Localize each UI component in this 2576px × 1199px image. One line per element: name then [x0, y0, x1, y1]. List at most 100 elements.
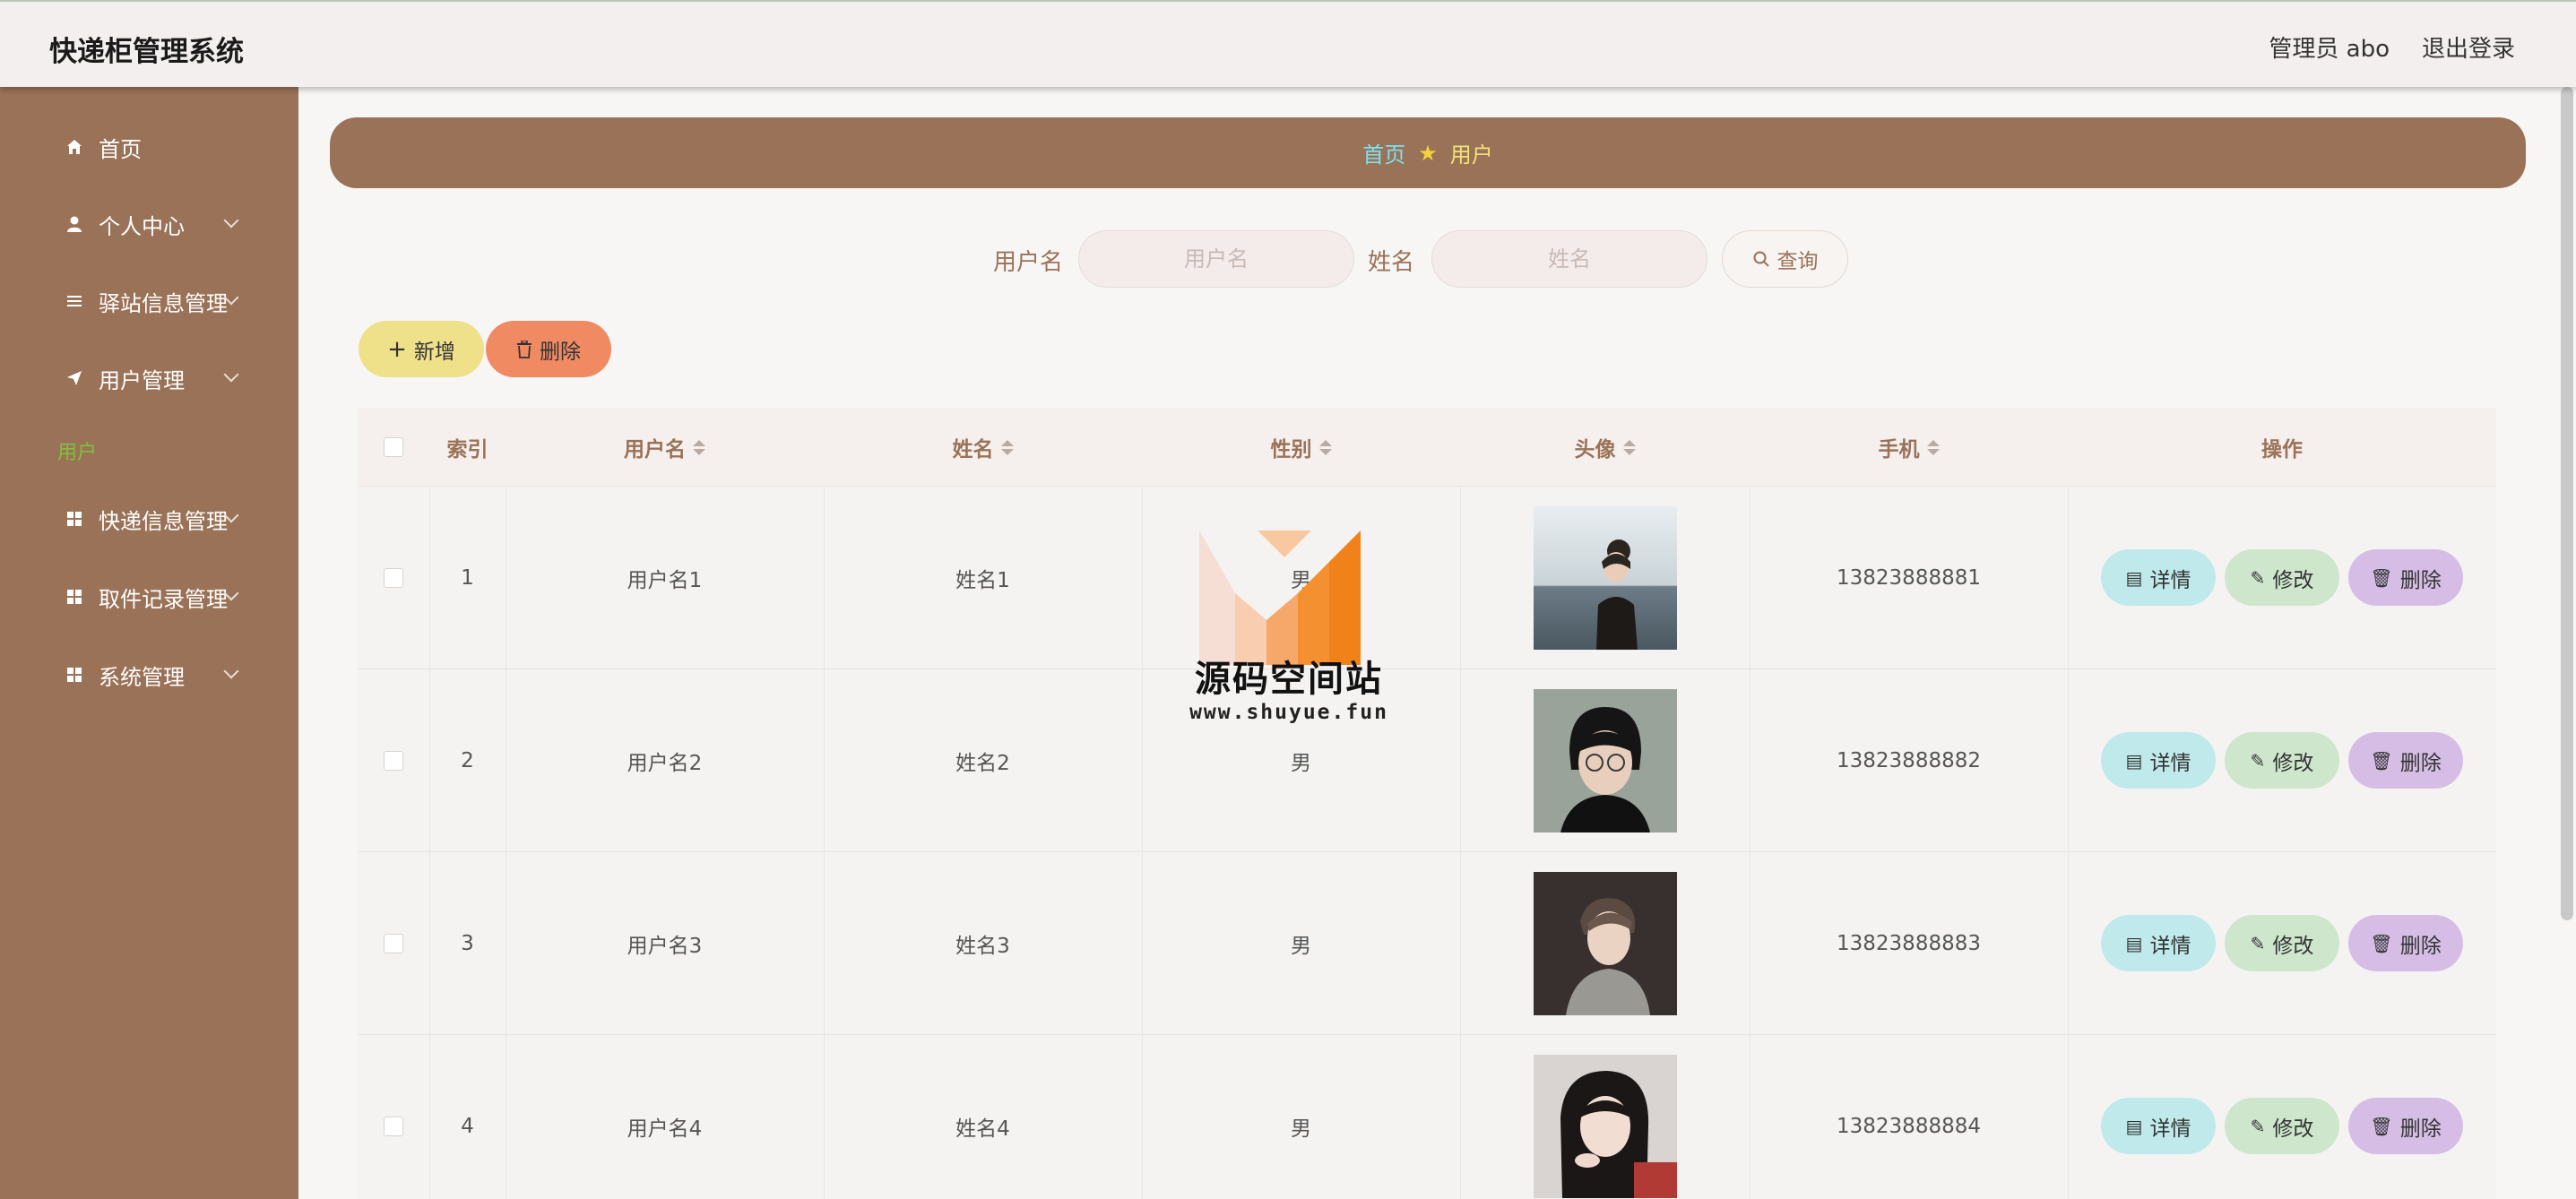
sidebar-item-system[interactable]: 系统管理: [0, 648, 298, 702]
username-label: 用户名: [993, 249, 1064, 276]
row-checkbox[interactable]: [384, 751, 403, 771]
sidebar-item-express[interactable]: 快递信息管理: [0, 492, 298, 546]
edit-label: 修改: [2272, 934, 2314, 958]
breadcrumb: 首页 ★ 用户: [330, 117, 2526, 188]
detail-label: 详情: [2149, 934, 2191, 958]
header-index: 索引: [446, 438, 488, 461]
trash-icon: 🗑: [2370, 749, 2393, 772]
scrollbar[interactable]: [2561, 87, 2573, 920]
edit-label: 修改: [2272, 568, 2314, 592]
cell-index: 2: [461, 749, 474, 772]
sidebar-item-pickup[interactable]: 取件记录管理: [0, 570, 298, 624]
row-checkbox[interactable]: [384, 568, 403, 588]
cell-name: 姓名2: [955, 752, 1010, 775]
trash-icon: 🗑: [2370, 932, 2393, 954]
edit-icon: ✎: [2250, 1115, 2266, 1137]
header-label: 性别: [1270, 438, 1312, 461]
sidebar-item-station[interactable]: 驿站信息管理: [0, 274, 298, 328]
header-phone[interactable]: 手机: [1750, 408, 2068, 487]
delete-button[interactable]: 🗑 删除: [2348, 915, 2463, 971]
table-row: 1 用户名1 姓名1 男 13823888881 ▤ 详情 ✎ 修改 🗑 删除: [358, 487, 2496, 669]
detail-button[interactable]: ▤ 详情: [2101, 915, 2216, 971]
name-search-input[interactable]: [1431, 230, 1707, 288]
cell-phone: 13823888884: [1837, 1115, 1981, 1138]
chevron-down-icon: [223, 212, 239, 229]
breadcrumb-home[interactable]: 首页: [1362, 137, 1405, 168]
delete-label: 删除: [2399, 1117, 2442, 1141]
avatar[interactable]: [1533, 872, 1677, 1015]
search-button[interactable]: 查询: [1722, 230, 1848, 288]
batch-delete-button[interactable]: 删除: [486, 321, 611, 377]
send-icon: [65, 368, 84, 388]
top-bar: 快递柜管理系统 管理员 abo 退出登录: [0, 0, 2576, 87]
header-avatar[interactable]: 头像: [1460, 408, 1750, 487]
document-icon: ▤: [2125, 932, 2143, 954]
sidebar-item-personal[interactable]: 个人中心: [0, 197, 298, 251]
search-button-label: 查询: [1776, 250, 1819, 273]
row-checkbox[interactable]: [384, 1117, 403, 1136]
name-label: 姓名: [1368, 249, 1415, 276]
avatar[interactable]: [1533, 1055, 1677, 1198]
user-table: 索引 用户名 姓名 性别 头像 手机 操作 1 用户名1 姓名1 男 13823…: [358, 408, 2496, 1199]
sidebar-item-label: 系统管理: [99, 664, 185, 690]
edit-button[interactable]: ✎ 修改: [2225, 549, 2339, 606]
edit-button[interactable]: ✎ 修改: [2225, 915, 2339, 971]
delete-button[interactable]: 🗑 删除: [2348, 732, 2463, 789]
sidebar-item-label: 快递信息管理: [99, 508, 228, 534]
document-icon: ▤: [2125, 566, 2143, 589]
table-row: 3 用户名3 姓名3 男 13823888883 ▤ 详情 ✎ 修改 🗑 删除: [358, 852, 2496, 1035]
plus-icon: +: [387, 335, 407, 363]
table-row: 2 用户名2 姓名2 男 13823888882 ▤ 详情 ✎ 修改 🗑 删除: [358, 669, 2496, 852]
watermark-url: www.shuyue.fun: [1189, 701, 1388, 724]
cell-name: 姓名3: [955, 935, 1010, 958]
logout-link[interactable]: 退出登录: [2422, 30, 2515, 64]
delete-label: 删除: [2399, 751, 2442, 775]
cell-username: 用户名4: [627, 1117, 703, 1141]
detail-label: 详情: [2149, 1117, 2191, 1141]
row-checkbox[interactable]: [384, 934, 403, 953]
cell-index: 4: [461, 1115, 474, 1138]
table-header: 索引 用户名 姓名 性别 头像 手机 操作: [358, 408, 2496, 487]
sort-icon: [1000, 439, 1014, 455]
edit-button[interactable]: ✎ 修改: [2225, 732, 2339, 789]
user-icon: [65, 214, 84, 234]
chevron-down-icon: [223, 663, 239, 679]
star-icon: ★: [1418, 140, 1438, 166]
sort-icon: [1926, 439, 1940, 455]
detail-button[interactable]: ▤ 详情: [2101, 732, 2216, 789]
detail-button[interactable]: ▤ 详情: [2101, 549, 2216, 606]
select-all-checkbox[interactable]: [384, 437, 403, 457]
sidebar-item-home[interactable]: 首页: [0, 120, 298, 174]
app-title: 快递柜管理系统: [49, 36, 244, 68]
sidebar-item-users[interactable]: 用户管理: [0, 351, 298, 405]
username-search-input[interactable]: [1078, 230, 1354, 288]
header-name[interactable]: 姓名: [824, 408, 1142, 487]
grid-icon: [65, 509, 84, 529]
edit-icon: ✎: [2250, 932, 2266, 954]
current-user: 管理员 abo: [2269, 36, 2390, 63]
header-username[interactable]: 用户名: [506, 408, 824, 487]
edit-button[interactable]: ✎ 修改: [2225, 1098, 2339, 1154]
cell-gender: 男: [1291, 1117, 1311, 1141]
cell-phone: 13823888881: [1837, 566, 1981, 590]
cell-username: 用户名3: [627, 935, 703, 958]
list-icon: [65, 291, 84, 311]
avatar[interactable]: [1533, 506, 1677, 650]
delete-button[interactable]: 🗑 删除: [2348, 549, 2463, 606]
detail-button[interactable]: ▤ 详情: [2101, 1098, 2216, 1154]
grid-icon: [65, 587, 84, 607]
sidebar-item-label: 用户管理: [99, 367, 185, 393]
delete-button[interactable]: 🗑 删除: [2348, 1098, 2463, 1154]
cell-name: 姓名1: [955, 569, 1010, 592]
avatar[interactable]: [1533, 689, 1677, 832]
edit-icon: ✎: [2250, 566, 2266, 589]
cell-username: 用户名2: [627, 752, 703, 775]
add-button[interactable]: + 新增: [359, 321, 484, 377]
grid-icon: [65, 665, 84, 685]
sidebar-subitem-user[interactable]: 用户: [57, 436, 97, 465]
sort-icon: [1318, 439, 1332, 455]
detail-label: 详情: [2149, 568, 2191, 592]
trash-icon: [516, 340, 532, 358]
cell-index: 3: [461, 932, 474, 955]
sort-icon: [693, 439, 705, 455]
